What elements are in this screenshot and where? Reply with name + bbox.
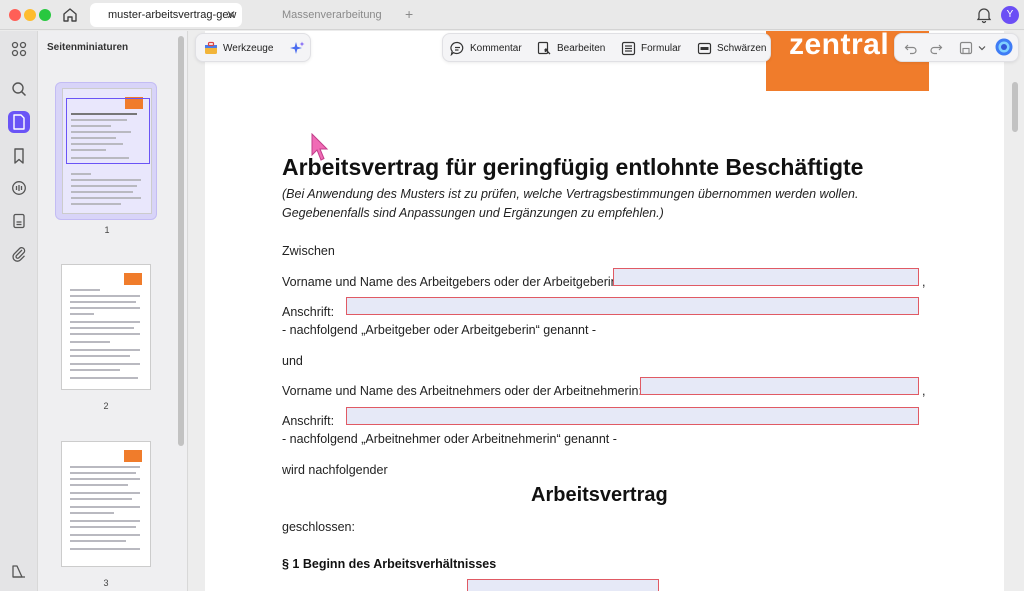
add-tab-button[interactable]: +	[405, 6, 413, 22]
brand-logo-text: zentral	[789, 28, 890, 61]
sparkle-icon	[290, 41, 305, 54]
employee-address-label: Anschrift:	[282, 414, 335, 428]
stamp-icon[interactable]	[9, 211, 29, 231]
edit-modes-toolbar: Kommentar Bearbeiten Formular Schwärzen	[442, 33, 771, 62]
tab-batch-processing[interactable]: Massenverarbeitung	[246, 3, 396, 27]
start-date-field[interactable]	[467, 579, 659, 591]
ai-orb-button[interactable]	[995, 38, 1018, 56]
comma-text: ,	[922, 384, 926, 398]
chevron-down-icon	[978, 46, 986, 51]
employee-note: - nachfolgend „Arbeitnehmer oder Arbeitn…	[282, 432, 617, 446]
comment-icon	[450, 41, 464, 56]
avatar[interactable]: Y	[1001, 6, 1019, 24]
home-icon[interactable]	[60, 5, 80, 25]
intro-line-2: Gegebenenfalls sind Anpassungen und Ergä…	[282, 206, 664, 220]
document-title: Arbeitsvertrag für geringfügig entlohnte…	[282, 154, 864, 180]
employee-name-field[interactable]	[640, 377, 919, 395]
thumbnail-panel: Seitenminiaturen 1 2 3	[38, 31, 188, 591]
redact-icon	[697, 42, 712, 54]
page-thumbnail-1[interactable]: 1	[55, 82, 157, 235]
tab-document[interactable]: muster-arbeitsvertrag-gew ✕	[90, 3, 242, 27]
edit-label: Bearbeiten	[557, 42, 606, 54]
close-window-button[interactable]	[9, 9, 21, 21]
undo-button[interactable]	[904, 39, 923, 57]
following-text: wird nachfolgender	[282, 463, 388, 477]
bell-icon[interactable]	[976, 6, 992, 24]
ai-orb-icon	[995, 38, 1013, 56]
comments-icon[interactable]	[9, 178, 29, 198]
redo-button[interactable]	[929, 39, 948, 57]
edit-button[interactable]: Bearbeiten	[537, 39, 605, 57]
tools-label: Werkzeuge	[223, 42, 274, 54]
title-bar: muster-arbeitsvertrag-gew ✕ Massenverarb…	[0, 0, 1024, 30]
form-label: Formular	[641, 42, 682, 54]
employee-name-label: Vorname und Name des Arbeitnehmers oder …	[282, 384, 642, 398]
tools-button[interactable]: Werkzeuge	[204, 39, 273, 57]
tab-batch-label: Massenverarbeitung	[282, 9, 382, 21]
section-1-heading: § 1 Beginn des Arbeitsverhältnisses	[282, 557, 497, 571]
tab-close-icon[interactable]: ✕	[226, 3, 236, 27]
page-number-label: 2	[103, 401, 109, 411]
page-number-label: 1	[104, 225, 110, 235]
page-thumbnail-image	[61, 264, 151, 390]
sidebar-settings-icon[interactable]	[9, 561, 29, 581]
thumbnail-panel-title: Seitenminiaturen	[47, 42, 129, 53]
page-number-label: 3	[103, 578, 109, 588]
bookmark-icon[interactable]	[9, 146, 29, 166]
save-button[interactable]	[959, 39, 991, 57]
attachment-icon[interactable]	[9, 244, 29, 264]
history-toolbar	[894, 33, 1019, 62]
thumbnail-scrollbar[interactable]	[178, 36, 184, 446]
intro-line-1: (Bei Anwendung des Musters ist zu prüfen…	[282, 187, 859, 201]
employer-address-field[interactable]	[346, 297, 919, 315]
contract-heading: Arbeitsvertrag	[531, 484, 668, 506]
grid-icon[interactable]	[9, 39, 29, 59]
form-icon	[621, 41, 636, 55]
ai-assistant-button[interactable]	[290, 39, 310, 57]
employer-name-label: Vorname und Name des Arbeitgebers oder d…	[282, 275, 622, 289]
minimize-window-button[interactable]	[24, 9, 36, 21]
page-thumbnail-2[interactable]: 2	[55, 259, 157, 411]
redo-icon	[930, 44, 943, 55]
page-thumbnail-3[interactable]: 3	[55, 436, 157, 588]
search-icon[interactable]	[9, 79, 29, 99]
employer-address-label: Anschrift:	[282, 305, 335, 319]
between-text: Zwischen	[282, 244, 335, 258]
and-text: und	[282, 354, 303, 368]
tab-document-label: muster-arbeitsvertrag-gew	[108, 9, 237, 21]
tools-toolbar: Werkzeuge	[195, 33, 311, 62]
edit-icon	[537, 41, 551, 54]
redact-label: Schwärzen	[717, 42, 767, 54]
employer-name-field[interactable]	[613, 268, 919, 286]
toolbox-icon	[205, 41, 217, 54]
page-thumbnail-image	[62, 88, 152, 214]
employee-address-field[interactable]	[346, 407, 919, 425]
employer-note: - nachfolgend „Arbeitgeber oder Arbeitge…	[282, 323, 597, 337]
undo-icon	[904, 44, 917, 55]
page-thumbnails-icon[interactable]	[8, 111, 30, 133]
redact-button[interactable]: Schwärzen	[697, 39, 766, 57]
left-icon-rail	[0, 31, 38, 591]
page-thumbnail-image	[61, 441, 151, 567]
form-button[interactable]: Formular	[621, 39, 681, 57]
comment-label: Kommentar	[470, 42, 522, 54]
maximize-window-button[interactable]	[39, 9, 51, 21]
save-icon	[959, 41, 973, 55]
mouse-cursor-icon	[311, 132, 331, 168]
concluded-text: geschlossen:	[282, 520, 355, 534]
comma-text: ,	[922, 275, 926, 289]
document-scrollbar[interactable]	[1012, 82, 1018, 132]
comment-button[interactable]: Kommentar	[450, 39, 522, 57]
